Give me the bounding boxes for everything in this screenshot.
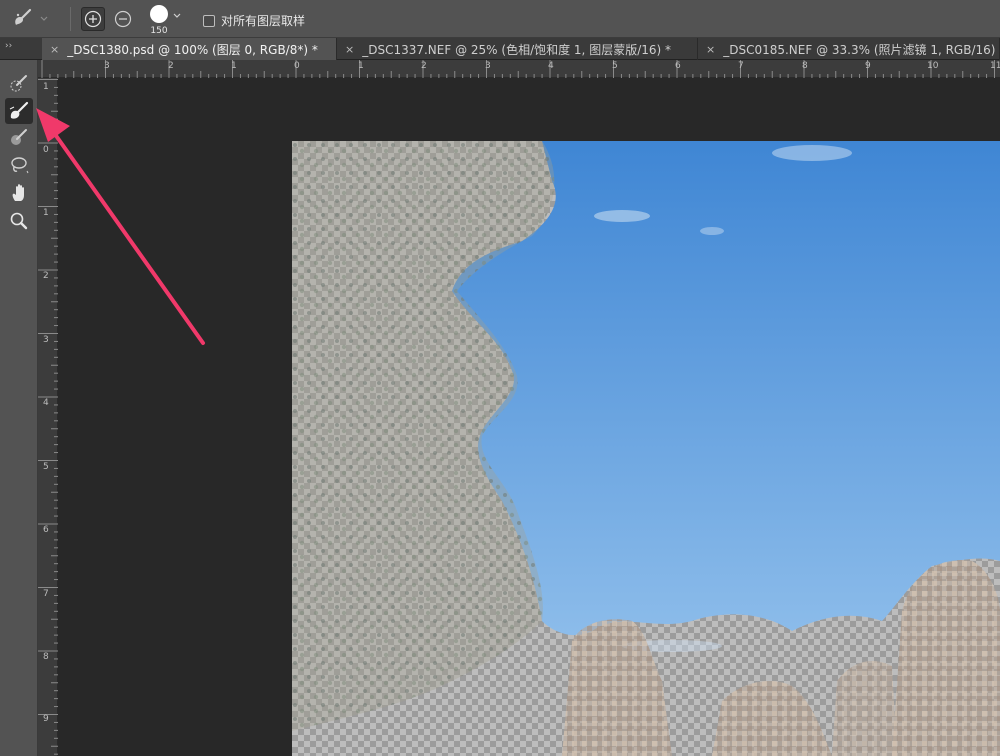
sample-all-layers-checkbox[interactable]: [203, 14, 215, 27]
tab-dsc1337[interactable]: × _DSC1337.NEF @ 25% (色相/饱和度 1, 图层蒙版/16)…: [337, 38, 698, 60]
brush-icon: [11, 129, 27, 145]
ruler-label: 9: [865, 61, 871, 71]
add-to-selection-button[interactable]: [81, 7, 105, 31]
ruler-label: 5: [43, 462, 49, 472]
quick-selection-brush-icon: [10, 75, 27, 92]
hand-icon: [12, 184, 24, 201]
ruler-label: 3: [485, 61, 491, 71]
ruler-label: 8: [802, 61, 808, 71]
refine-edge-brush-icon: [9, 101, 29, 119]
ruler-label: 6: [675, 61, 681, 71]
collapse-panels-button[interactable]: ››: [5, 41, 12, 51]
tab-dsc0185[interactable]: × _DSC0185.NEF @ 33.3% (照片滤镜 1, RGB/16): [698, 38, 1000, 60]
plus-circle-icon: [84, 10, 102, 28]
tab-label: _DSC1337.NEF @ 25% (色相/饱和度 1, 图层蒙版/16) *: [362, 42, 671, 57]
quick-selection-brush-icon: [15, 8, 32, 25]
ruler-label: 11: [990, 61, 1000, 71]
ruler-label: 0: [43, 145, 49, 155]
hand-tool[interactable]: [5, 180, 33, 206]
ruler-ticks: [41, 60, 995, 78]
zoom-tool[interactable]: [5, 208, 33, 234]
zoom-icon: [10, 212, 28, 230]
brush-size-picker[interactable]: 150: [146, 3, 172, 37]
document-canvas[interactable]: [292, 141, 1000, 756]
ruler-label: 3: [104, 61, 110, 71]
ruler-label: 1: [43, 208, 49, 218]
lasso-icon: [11, 157, 29, 174]
ruler-label: 2: [168, 61, 174, 71]
chevron-down-icon: [40, 16, 48, 21]
ruler-label: 1: [231, 61, 237, 71]
photoshop-window: 150 对所有图层取样 ›› × _DSC1380.psd @ 100% (图层…: [0, 0, 1000, 756]
tab-label: _DSC0185.NEF @ 33.3% (照片滤镜 1, RGB/16): [723, 42, 996, 57]
options-bar: 150 对所有图层取样: [0, 0, 1000, 38]
document-tab-bar: ›› × _DSC1380.psd @ 100% (图层 0, RGB/8*) …: [0, 38, 1000, 60]
ruler-label: 10: [927, 61, 939, 71]
ruler-label: 1: [43, 82, 49, 92]
minus-circle-icon: [114, 10, 132, 28]
refine-edge-brush-tool[interactable]: [5, 98, 33, 124]
ruler-label: 6: [43, 525, 49, 535]
tab-label: _DSC1380.psd @ 100% (图层 0, RGB/8*) *: [67, 42, 318, 57]
quick-selection-tool[interactable]: [5, 70, 33, 96]
ruler-label: 4: [548, 61, 554, 71]
lasso-tool[interactable]: [5, 152, 33, 178]
tab-dsc1380[interactable]: × _DSC1380.psd @ 100% (图层 0, RGB/8*) *: [42, 38, 337, 60]
brush-size-value: 150: [150, 26, 168, 36]
divider: [70, 7, 71, 31]
subtract-from-selection-button[interactable]: [111, 7, 135, 31]
ruler-label: 7: [738, 61, 744, 71]
ruler-label: 5: [612, 61, 618, 71]
close-icon[interactable]: ×: [345, 43, 354, 56]
brush-preview: [150, 5, 168, 23]
tools-panel: [0, 60, 38, 756]
ruler-label: 3: [43, 335, 49, 345]
ruler-label: 4: [43, 398, 49, 408]
vertical-ruler[interactable]: 1 0 1 2 3 4 5 6 7 8 9: [38, 78, 58, 756]
ruler-label: 1: [358, 61, 364, 71]
ruler-label: 8: [43, 652, 49, 662]
photo-layer: [292, 141, 1000, 756]
chevron-down-icon[interactable]: [173, 13, 181, 19]
close-icon[interactable]: ×: [50, 43, 59, 56]
ruler-label: 2: [421, 61, 427, 71]
brush-tool[interactable]: [5, 124, 33, 150]
horizontal-ruler[interactable]: 3 2 1 0 1 2 3 4 5 6 7 8 9 10 11: [38, 60, 1000, 78]
sample-all-layers-label: 对所有图层取样: [221, 14, 306, 28]
ruler-label: 9: [43, 714, 49, 724]
close-icon[interactable]: ×: [706, 43, 715, 56]
ruler-label: 0: [294, 61, 300, 71]
ruler-label: 7: [43, 589, 49, 599]
sample-all-layers-option[interactable]: 对所有图层取样: [203, 12, 305, 29]
tool-preset-picker[interactable]: [10, 6, 60, 32]
ruler-label: 2: [43, 271, 49, 281]
